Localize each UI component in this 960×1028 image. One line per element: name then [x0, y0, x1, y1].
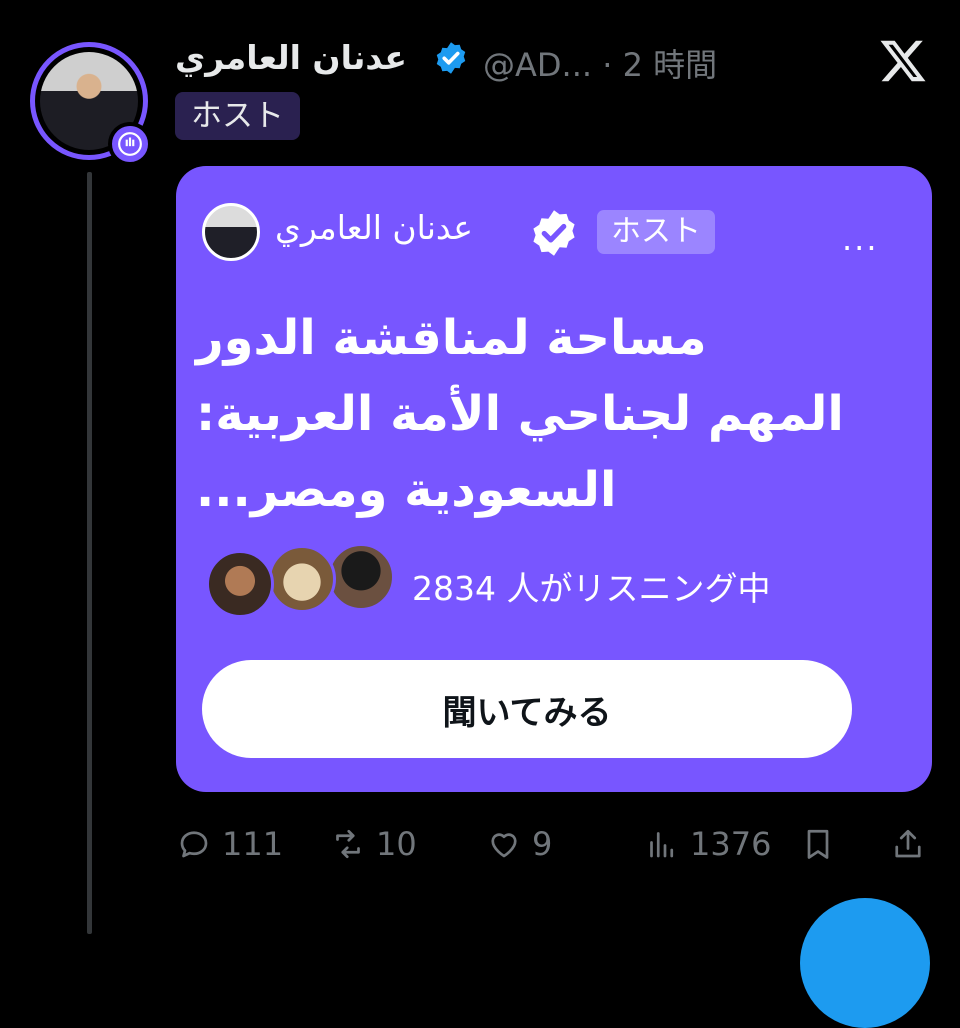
- bookmark-icon: [807, 829, 829, 859]
- handle[interactable]: @AD...: [483, 46, 592, 84]
- separator: ·: [602, 46, 613, 84]
- bookmark-button[interactable]: [800, 822, 836, 866]
- views-icon: [650, 832, 674, 858]
- x-logo-icon: [880, 40, 926, 82]
- like-button[interactable]: 9: [486, 822, 552, 866]
- repost-button[interactable]: 10: [330, 822, 417, 866]
- compose-button[interactable]: [800, 898, 930, 1028]
- verified-icon: [533, 210, 575, 256]
- reply-count: 111: [222, 825, 284, 863]
- listener-avatar: [206, 550, 274, 618]
- space-title[interactable]: مساحة لمناقشة الدور المهم لجناحي الأمة ا…: [196, 300, 856, 528]
- repost-count: 10: [376, 825, 417, 863]
- views-count: 1376: [690, 825, 772, 863]
- listener-count: 2834 人がリスニング中: [412, 569, 771, 608]
- listen-button[interactable]: 聞いてみる: [202, 660, 852, 758]
- listener-avatar: [327, 543, 395, 611]
- space-host-avatar[interactable]: [202, 203, 260, 261]
- like-icon: [491, 833, 517, 858]
- listener-avatar: [268, 545, 336, 613]
- share-icon: [895, 829, 921, 858]
- share-button[interactable]: [890, 822, 926, 866]
- space-live-icon: [108, 122, 152, 166]
- views-button[interactable]: 1376: [644, 822, 771, 866]
- thread-line: [87, 172, 92, 934]
- handle-and-time: @AD... · 2 時間: [483, 40, 717, 86]
- verified-icon: [436, 42, 466, 74]
- space-host-name[interactable]: عدنان العامري: [275, 208, 473, 247]
- host-badge: ホスト: [175, 92, 300, 140]
- author-name[interactable]: عدنان العامري: [175, 38, 407, 77]
- timestamp[interactable]: 2 時間: [623, 46, 718, 84]
- like-count: 9: [532, 825, 553, 863]
- reply-icon: [180, 831, 208, 858]
- repost-icon: [336, 829, 360, 859]
- reply-button[interactable]: 111: [176, 822, 283, 866]
- more-options-button[interactable]: ...: [842, 220, 879, 258]
- space-host-badge: ホスト: [597, 210, 715, 254]
